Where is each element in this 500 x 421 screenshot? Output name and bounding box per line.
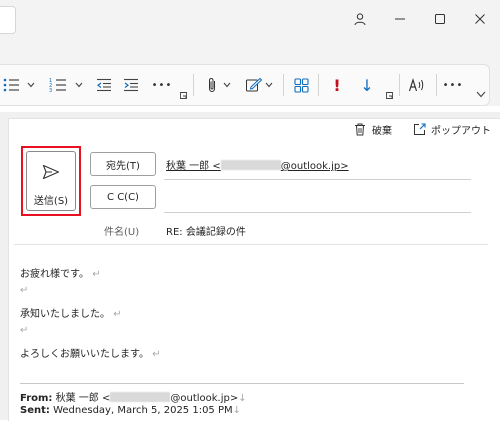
send-button[interactable]: 送信(S) (26, 151, 76, 211)
title-search-field[interactable] (0, 6, 16, 34)
return-mark: ↵ (20, 325, 29, 336)
minimize-button[interactable] (387, 6, 413, 32)
return-mark: ↵ (113, 309, 122, 320)
title-bar (0, 0, 500, 40)
close-button[interactable] (467, 6, 493, 32)
popout-button[interactable]: ポップアウト (431, 122, 491, 137)
more-options-button[interactable]: ••• (442, 77, 464, 93)
read-aloud-icon[interactable] (406, 74, 428, 96)
low-importance-icon[interactable]: ↓ (358, 74, 376, 96)
chevron-down-icon[interactable] (263, 79, 275, 91)
quote-separator (20, 383, 464, 384)
svg-text:3: 3 (49, 88, 52, 93)
quoted-sent: Sent: Wednesday, March 5, 2025 1:05 PM↓ (20, 405, 242, 416)
subject-field[interactable]: RE: 会議記録の件 (166, 223, 246, 238)
dialog-launcher-icon[interactable] (180, 92, 187, 99)
send-icon (42, 164, 60, 180)
collapse-ribbon-icon[interactable] (474, 88, 488, 100)
redacted-email (110, 392, 171, 402)
increase-indent-icon[interactable] (121, 75, 141, 95)
popout-icon[interactable] (412, 122, 426, 136)
to-recipient-email: @outlook.jp> (280, 161, 349, 172)
chevron-down-icon[interactable] (221, 79, 233, 91)
redacted-email (220, 160, 281, 170)
body-line[interactable]: よろしくお願いいたします。 ↵ (20, 345, 161, 360)
quoted-from: From: 秋葉 一郎 < @outlook.jp>↓ (20, 392, 247, 404)
to-button[interactable]: 宛先(T) (90, 152, 156, 176)
body-line[interactable]: お疲れ様です。 ↵ (20, 265, 101, 280)
header-separator (14, 244, 488, 245)
return-mark: ↵ (20, 285, 29, 296)
numbering-icon[interactable]: 1 2 3 (47, 75, 69, 95)
return-mark: ↵ (152, 349, 161, 360)
maximize-button[interactable] (427, 6, 453, 32)
chevron-down-icon[interactable] (73, 79, 85, 91)
bullets-icon[interactable] (0, 75, 22, 95)
ribbon-divider (399, 74, 400, 96)
more-options-button[interactable]: ••• (152, 77, 172, 93)
high-importance-icon[interactable]: ! (330, 74, 344, 96)
account-icon[interactable] (347, 6, 373, 32)
signature-icon[interactable] (243, 75, 265, 95)
attach-file-icon[interactable] (203, 75, 221, 95)
body-line[interactable]: 承知いたしました。 ↵ (20, 305, 122, 320)
cc-field-underline (164, 212, 471, 213)
discard-button[interactable]: 破棄 (372, 122, 392, 137)
decrease-indent-icon[interactable] (94, 75, 114, 95)
to-recipient[interactable]: 秋葉 一郎 < @outlook.jp> (166, 157, 349, 172)
ribbon-divider (283, 74, 284, 96)
ribbon-divider (318, 74, 319, 96)
dialog-launcher-icon[interactable] (386, 92, 393, 99)
to-field-underline (164, 179, 471, 180)
chevron-down-icon[interactable] (25, 79, 37, 91)
send-label: 送信(S) (33, 196, 69, 207)
trash-icon[interactable] (353, 122, 367, 136)
cc-field[interactable] (164, 188, 471, 208)
ribbon-divider (193, 74, 194, 96)
ribbon-divider (436, 74, 437, 96)
to-recipient-name: 秋葉 一郎 < (166, 161, 221, 172)
cc-button[interactable]: C C(C) (90, 185, 156, 209)
apps-icon[interactable] (291, 75, 311, 95)
return-mark: ↵ (92, 269, 101, 280)
subject-label: 件名(U) (104, 227, 140, 238)
